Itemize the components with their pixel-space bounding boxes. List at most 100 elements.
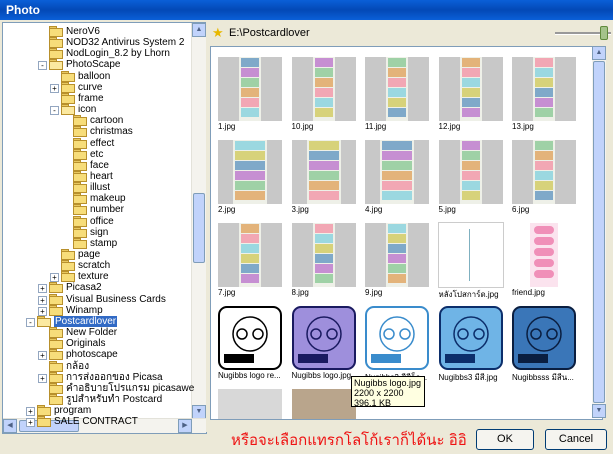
cancel-button[interactable]: Cancel [545,429,607,450]
tree-item[interactable]: icon [61,104,96,116]
expand-icon[interactable]: + [38,351,47,361]
thumbnail-item[interactable]: 13.jpg [512,57,578,133]
expand-icon[interactable]: + [26,407,35,417]
expand-icon[interactable]: + [38,284,47,294]
tree-item[interactable]: program [37,405,91,417]
tree-item[interactable]: Visual Business Cards [49,293,166,305]
grid-scroll-thumb[interactable] [593,61,605,403]
tree-item[interactable]: Winamp [49,304,103,316]
tree-item[interactable]: PhotoScape [49,59,121,71]
tree-vertical-scrollbar[interactable]: ▲ ▼ [191,23,206,419]
grid-vertical-scrollbar[interactable]: ▲ ▼ [592,46,606,418]
ok-button[interactable]: OK [476,429,534,450]
thumbnail-caption: 5.jpg [438,205,456,214]
tree-item[interactable]: texture [61,271,109,283]
tree-item[interactable]: curve [61,81,103,93]
collapse-icon[interactable]: - [38,61,47,71]
tree-item[interactable]: christmas [73,126,133,138]
tree-item[interactable]: cartoon [73,115,123,127]
thumbnail-item[interactable]: friend.jpg [512,223,578,299]
thumbnail-image [512,306,576,370]
tree-item[interactable]: รูปสำหรับทำ Postcard [49,393,162,405]
thumbnail-caption: 6.jpg [512,205,530,214]
folder-icon [73,137,87,149]
expand-icon[interactable]: + [38,373,47,383]
thumbnail-item[interactable]: 4.jpg [365,140,431,216]
tree-item[interactable]: frame [61,92,104,104]
thumbnail-image[interactable] [291,389,356,419]
expand-icon[interactable]: + [38,295,47,305]
tree-item[interactable]: illust [73,182,110,194]
tree-item[interactable]: New Folder [49,327,117,339]
folder-icon [49,360,63,372]
expand-icon[interactable]: + [38,306,47,316]
folder-icon [73,115,87,127]
tree-item[interactable]: photoscape [49,349,118,361]
thumbnail-image [365,140,429,204]
tree-item[interactable]: effect [73,137,114,149]
scroll-up-icon[interactable]: ▲ [592,46,606,60]
folder-icon [49,382,63,394]
thumbnail-item[interactable]: 5.jpg [438,140,505,216]
thumbnail-item[interactable]: Nugibbs logo.jpg [291,306,358,382]
thumbnail-item[interactable]: 12.jpg [438,57,505,133]
scroll-up-icon[interactable]: ▲ [192,23,206,37]
tree-item[interactable]: Picasa2 [49,282,102,294]
tree-item[interactable]: heart [73,170,113,182]
tree-item[interactable]: number [73,204,124,216]
thumbnail-item[interactable]: 11.jpg [365,57,431,133]
tree-item[interactable]: stamp [73,237,117,249]
thumbnail-item[interactable]: 10.jpg [291,57,358,133]
thumbnail-item[interactable]: 9.jpg [365,223,431,299]
thumbnail-image[interactable] [218,389,282,419]
tree-item[interactable]: กล้อง [49,360,89,372]
folder-tree[interactable]: ▲ ▼ ◀ ▶ NeroV6 NOD32 Antivirus System 2 No… [2,22,207,434]
collapse-icon[interactable]: - [26,317,35,327]
tree-item[interactable]: balloon [61,70,111,82]
tree-item[interactable]: scratch [61,260,110,272]
thumbnail-item[interactable]: 1.jpg [218,57,284,133]
thumbnail-image [365,57,429,121]
tree-item[interactable]: page [61,249,100,260]
folder-icon [73,215,87,227]
thumbnail-item[interactable]: Nugibbs3 มีสี.jpg [438,306,505,382]
thumbnail-item[interactable]: Nugibbs logo re... [218,306,284,382]
thumbnail-image [437,222,504,288]
tree-item[interactable]: sign [73,226,108,238]
thumbnail-item[interactable]: Nugibbsss มีสีน... [512,306,578,382]
favorite-star-icon[interactable]: ★ [212,26,225,39]
tree-item[interactable]: makeup [73,193,126,205]
thumbnail-image [438,57,503,121]
tree-item-label: balloon [78,70,111,82]
scroll-down-icon[interactable]: ▼ [592,404,606,418]
expand-icon[interactable]: + [50,83,59,93]
tree-item[interactable]: Postcardlover [37,315,118,327]
tree-item[interactable]: การส่งออกของ Picasa [49,371,163,383]
tree-item[interactable]: face [73,159,109,171]
tree-item[interactable]: NOD32 Antivirus System 2 [49,37,184,49]
tree-scroll-thumb[interactable] [193,193,205,263]
tree-item-label: texture [78,271,109,283]
tree-item[interactable]: คำอธิบายโปรแกรม picasawe [49,382,194,394]
expand-icon[interactable]: + [50,273,59,283]
tree-item-label: curve [78,81,103,93]
tree-item[interactable]: NodLogin_8.2 by Lhorn [49,48,170,60]
tree-item[interactable]: NeroV6 [49,26,100,37]
thumbnail-item[interactable]: หลังโปสการ์ด.jpg [437,222,505,299]
scroll-down-icon[interactable]: ▼ [192,405,206,419]
tree-item[interactable]: Originals [49,338,105,350]
thumbnail-item[interactable]: Nugibbs2 สีสีอ็ก... [365,306,431,382]
tree-item[interactable]: etc [73,148,103,160]
collapse-icon[interactable]: - [50,106,59,116]
panel-splitter[interactable] [206,22,209,432]
tree-item[interactable]: office [73,215,114,227]
thumbnail-item[interactable]: 3.jpg [291,140,358,216]
tree-item-label: heart [90,170,113,182]
thumbnail-grid[interactable]: 1.jpg 10.jpg 11.jpg 12.jpg 13.jpg 2.jpg 3.jpg 4… [210,46,603,420]
thumbnail-item[interactable]: 2.jpg [218,140,284,216]
thumbnail-item[interactable]: 6.jpg [512,140,578,216]
slider-thumb[interactable] [600,26,608,40]
thumbnail-item[interactable]: 7.jpg [218,223,284,299]
thumbnail-item[interactable]: 8.jpg [291,223,358,299]
tooltip-filesize: 396.1 KB [354,398,392,408]
